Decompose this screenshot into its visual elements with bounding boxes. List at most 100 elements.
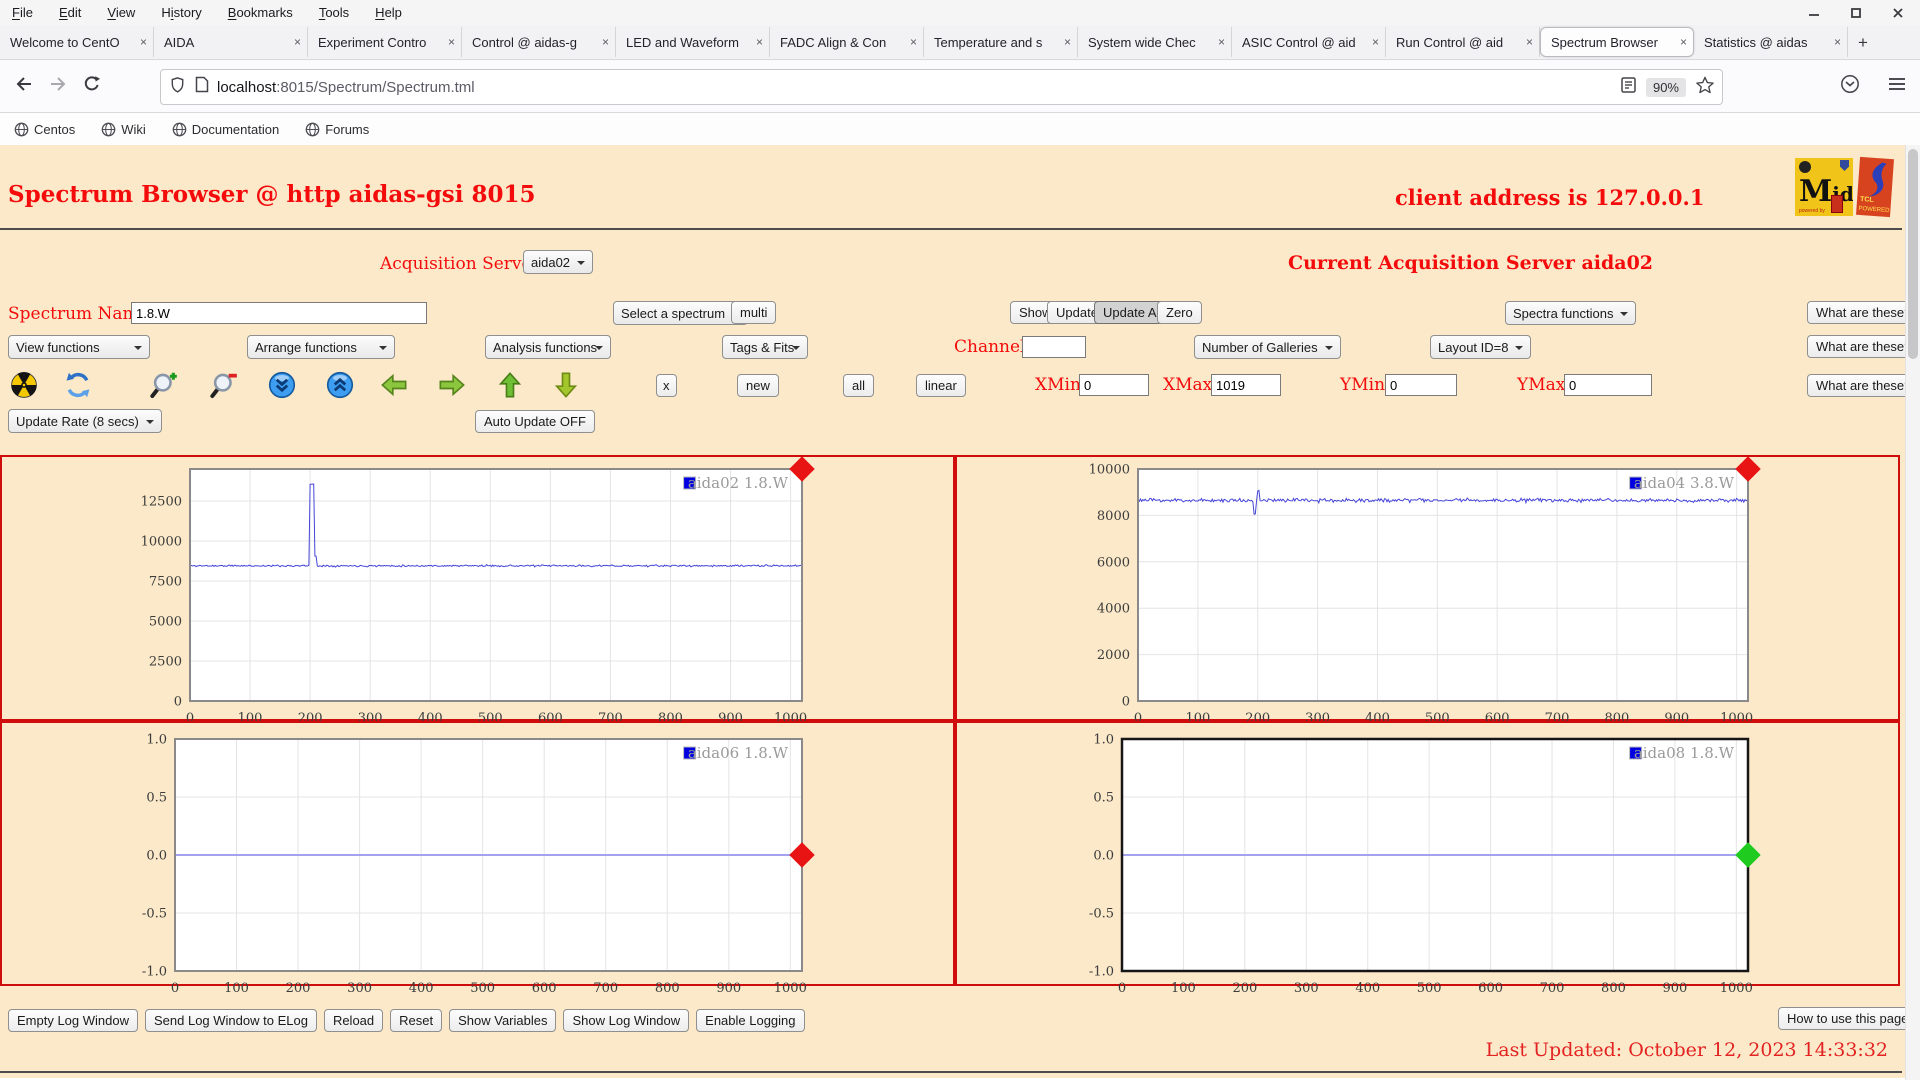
reload-button[interactable]: Reload [323,1009,384,1032]
bookmark-centos[interactable]: Centos [14,122,75,137]
show-variables-button[interactable]: Show Variables [449,1009,557,1032]
arrow-down-icon[interactable] [552,371,580,399]
minimize-icon[interactable] [1808,7,1820,19]
spectrum-chart-aida08[interactable]: 0 100 200 300 400 500 600 700 800 900 1000 -1.0 -0.5… [1060,725,1786,1008]
scrollbar-thumb[interactable] [1908,149,1918,359]
empty-log-window-button[interactable]: Empty Log Window [8,1009,138,1032]
browser-tab[interactable]: Welcome to CentO × [0,27,154,57]
tab-close-icon[interactable]: × [1060,35,1071,49]
layout-id-select[interactable]: Layout ID=8 [1430,335,1532,359]
browser-tab[interactable]: System wide Chec × [1078,27,1232,57]
tab-close-icon[interactable]: × [906,35,917,49]
show-log-window-button[interactable]: Show Log Window [563,1009,690,1032]
arrow-up-icon[interactable] [496,371,524,399]
spectrum-chart-aida06[interactable]: 0 100 200 300 400 500 600 700 800 900 1000 -1.0 -0.5… [113,725,840,1008]
zoom-level-badge[interactable]: 90% [1645,77,1686,97]
menu-bookmarks[interactable]: Bookmarks [228,5,293,20]
bookmark-documentation[interactable]: Documentation [172,122,279,137]
scroll-up-icon[interactable] [326,371,354,399]
spectra-functions-select[interactable]: Spectra functions [1505,301,1637,325]
browser-tab[interactable]: FADC Align & Con × [770,27,924,57]
tags-fits-select[interactable]: Tags & Fits [722,335,808,359]
bookmark-forums[interactable]: Forums [305,122,369,137]
spectrum-panel-aida08[interactable]: 0 100 200 300 400 500 600 700 800 900 1000 -1.0 -0.5… [955,721,1900,996]
browser-tab[interactable]: LED and Waveform × [616,27,770,57]
tcl-powered-logo-image[interactable]: TCL POWERED [1856,156,1894,218]
maximize-icon[interactable] [1850,7,1862,19]
select-a-spectrum-select[interactable]: Select a spectrum [613,301,749,325]
tab-close-icon[interactable]: × [752,35,763,49]
menu-tools[interactable]: Tools [319,5,349,20]
bookmark-star-icon[interactable] [1696,76,1714,99]
acquisition-server-select[interactable]: aida02 [523,250,594,274]
spectrum-panel-aida06[interactable]: 0 100 200 300 400 500 600 700 800 900 1000 -1.0 -0.5… [0,721,955,996]
tab-close-icon[interactable]: × [598,35,609,49]
spectrum-chart-aida02[interactable]: 0 100 200 300 400 500 600 700 800 900 1000 0 2500 500… [128,455,840,738]
x-button[interactable]: x [656,374,677,397]
browser-tab[interactable]: Spectrum Browser × [1540,27,1694,57]
view-functions-select[interactable]: View functions [8,335,150,359]
spectrum-panel-aida04[interactable]: 0 100 200 300 400 500 600 700 800 900 1000 0 2000 400… [955,455,1900,726]
hamburger-menu-icon[interactable] [1888,76,1906,97]
zoom-in-icon[interactable] [150,371,178,399]
what-are-these-button-3[interactable]: What are these? [1807,374,1920,397]
menu-help[interactable]: Help [375,5,402,20]
page-info-icon[interactable] [195,76,209,98]
browser-tab[interactable]: Control @ aidas-g × [462,27,616,57]
tab-close-icon[interactable]: × [136,35,147,49]
send-log-window-to-elog-button[interactable]: Send Log Window to ELog [145,1009,317,1032]
radiation-icon[interactable] [10,371,38,399]
forward-icon[interactable] [48,75,68,98]
arrange-functions-select[interactable]: Arrange functions [247,335,395,359]
browser-tab[interactable]: Statistics @ aidas × [1694,27,1848,57]
menu-history[interactable]: History [161,5,201,20]
tab-close-icon[interactable]: × [1676,35,1687,49]
tab-close-icon[interactable]: × [1368,35,1379,49]
ymin-input[interactable] [1385,374,1457,396]
spectrum-name-input[interactable] [131,302,427,324]
spectrum-chart-aida04[interactable]: 0 100 200 300 400 500 600 700 800 900 1000 0 2000 400… [1076,455,1786,738]
what-are-these-button-1[interactable]: What are these? [1807,301,1920,324]
all-button[interactable]: all [843,374,875,397]
menu-view[interactable]: View [107,5,135,20]
number-of-galleries-select[interactable]: Number of Galleries [1194,335,1341,359]
arrow-left-icon[interactable] [380,371,408,399]
reader-mode-icon[interactable] [1621,76,1636,98]
ymax-input[interactable] [1564,374,1652,396]
browser-tab[interactable]: ASIC Control @ aid × [1232,27,1386,57]
reload-icon[interactable] [82,75,102,98]
bookmark-wiki[interactable]: Wiki [101,122,146,137]
arrow-right-icon[interactable] [438,371,466,399]
browser-tab[interactable]: Run Control @ aid × [1386,27,1540,57]
update-rate-select[interactable]: Update Rate (8 secs) [8,409,162,433]
page-scrollbar[interactable] [1905,145,1920,1080]
url-bar[interactable]: localhost:8015/Spectrum/Spectrum.tml 90% [160,69,1723,105]
zero-button[interactable]: Zero [1157,301,1202,324]
analysis-functions-select[interactable]: Analysis functions [485,335,611,359]
menu-edit[interactable]: Edit [59,5,81,20]
new-tab-button[interactable]: + [1848,33,1878,59]
midas-logo-image[interactable]: Midas powered by [1795,158,1853,216]
tab-close-icon[interactable]: × [1214,35,1225,49]
tab-close-icon[interactable]: × [1522,35,1533,49]
channel-input[interactable] [1022,336,1086,358]
auto-update-button[interactable]: Auto Update OFF [475,410,595,433]
reset-button[interactable]: Reset [390,1009,443,1032]
browser-tab[interactable]: AIDA × [154,27,308,57]
scroll-down-icon[interactable] [268,371,296,399]
xmin-input[interactable] [1079,374,1149,396]
tab-close-icon[interactable]: × [290,35,301,49]
tab-close-icon[interactable]: × [1830,35,1841,49]
enable-logging-button[interactable]: Enable Logging [696,1009,805,1032]
menu-file[interactable]: File [12,5,33,20]
tab-close-icon[interactable]: × [444,35,455,49]
pocket-icon[interactable] [1840,74,1860,99]
new-button[interactable]: new [737,374,779,397]
shield-icon[interactable] [169,76,186,99]
back-icon[interactable] [14,75,34,98]
close-icon[interactable] [1892,7,1904,19]
zoom-out-icon[interactable] [210,371,238,399]
browser-tab[interactable]: Temperature and s × [924,27,1078,57]
linear-button[interactable]: linear [916,374,966,397]
multi-button[interactable]: multi [731,301,777,324]
